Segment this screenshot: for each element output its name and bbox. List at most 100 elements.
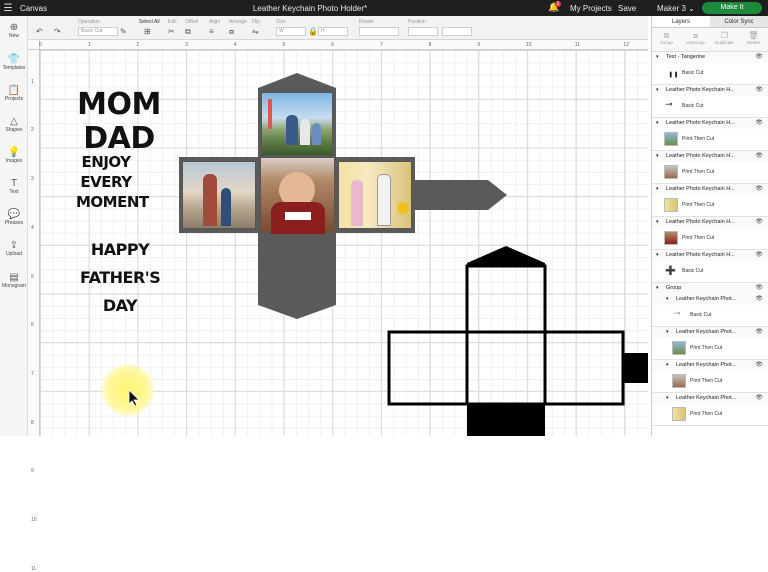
sidebar-item-templates[interactable]: 👕 Templates xyxy=(0,54,28,71)
group-child-item[interactable]: ▾ Leather Keychain Phot... 👁 xyxy=(652,294,768,305)
chevron-down-icon[interactable]: ▾ xyxy=(656,118,659,129)
eye-icon[interactable]: 👁 xyxy=(755,52,763,63)
layer-operation[interactable]: Print Then Cut xyxy=(652,404,768,426)
eye-icon[interactable]: 👁 xyxy=(755,360,763,371)
layer-operation[interactable]: Print Then Cut xyxy=(652,338,768,360)
layer-operation[interactable]: ✚ Basic Cut xyxy=(652,261,768,283)
edit-icon[interactable]: ✂ xyxy=(168,27,175,36)
ruler-tick: 2 xyxy=(31,127,34,134)
group-icon: ⧉ xyxy=(663,31,670,40)
group-child-item[interactable]: ▾ Leather Keychain Phot... 👁 xyxy=(652,327,768,338)
redo-icon[interactable]: ↷ xyxy=(54,27,61,36)
align-icon[interactable]: ≡ xyxy=(209,27,214,36)
rotate-label: Rotate xyxy=(359,19,374,25)
ruler-tick: 2 xyxy=(136,42,140,48)
sidebar-item-shapes[interactable]: △ Shapes xyxy=(0,116,28,133)
eye-icon[interactable]: 👁 xyxy=(755,393,763,404)
layer-item[interactable]: ▾ Leather Photo Keychain H... 👁 xyxy=(652,184,768,195)
layer-operation[interactable]: Print Then Cut xyxy=(652,162,768,184)
chevron-down-icon[interactable]: ▾ xyxy=(656,283,659,294)
notification-badge: 1 xyxy=(555,1,561,7)
layer-operation[interactable]: ╻╻ Basic Cut xyxy=(652,63,768,85)
undo-icon[interactable]: ↶ xyxy=(36,27,43,36)
save-button[interactable]: Save xyxy=(618,4,636,13)
group-button[interactable]: ⧉ Group xyxy=(652,28,681,51)
eye-icon[interactable]: 👁 xyxy=(755,283,763,294)
position-x-input[interactable] xyxy=(408,27,438,36)
sidebar-item-phrases[interactable]: 💬 Phrases xyxy=(0,209,28,226)
position-y-input[interactable] xyxy=(442,27,472,36)
select-all-icon[interactable]: ⊞ xyxy=(144,27,151,36)
duplicate-button[interactable]: ❐ Duplicate xyxy=(710,28,739,51)
chevron-down-icon[interactable]: ▾ xyxy=(666,393,669,404)
my-projects-link[interactable]: My Projects xyxy=(570,4,612,13)
ungroup-button[interactable]: ⧈ UnGroup xyxy=(681,28,710,51)
layer-item[interactable]: ▾ Leather Photo Keychain H... 👁 xyxy=(652,151,768,162)
chevron-down-icon[interactable]: ▾ xyxy=(656,52,659,63)
eye-icon[interactable]: 👁 xyxy=(755,294,763,305)
make-it-button[interactable]: Make It xyxy=(702,2,762,14)
offset-icon[interactable]: ⧉ xyxy=(185,27,191,37)
speech-bubble-icon: 💬 xyxy=(7,209,21,220)
eye-icon[interactable]: 👁 xyxy=(755,118,763,129)
chevron-down-icon[interactable]: ▾ xyxy=(666,360,669,371)
chevron-down-icon[interactable]: ▾ xyxy=(656,250,659,261)
layer-operation[interactable]: ⊸ Basic Cut xyxy=(652,96,768,118)
arrange-icon[interactable]: ⧈ xyxy=(229,27,234,37)
bulb-icon: 💡 xyxy=(7,147,21,158)
eye-icon[interactable]: 👁 xyxy=(755,217,763,228)
chevron-down-icon[interactable]: ▾ xyxy=(666,294,669,305)
tab-layers[interactable]: Layers xyxy=(652,16,710,27)
design-canvas[interactable]: MOM DAD ENJOY EVERY MOMENT HAPPY FATHER'… xyxy=(40,50,648,436)
layer-item[interactable]: ▾ Leather Photo Keychain H... 👁 xyxy=(652,217,768,228)
sidebar-item-images[interactable]: 💡 Images xyxy=(0,147,28,164)
chevron-down-icon[interactable]: ▾ xyxy=(656,184,659,195)
machine-selector[interactable]: Maker 3 ⌄ xyxy=(657,4,695,13)
ruler-tick: 11 xyxy=(574,42,580,48)
sidebar-item-monogram[interactable]: ▤ Monogram xyxy=(0,272,28,289)
tab-color-sync[interactable]: Color Sync xyxy=(710,16,768,27)
sidebar-item-new[interactable]: ⊕ New xyxy=(0,22,28,39)
eye-icon[interactable]: 👁 xyxy=(755,85,763,96)
layer-operation[interactable]: ⊸ Basic Cut xyxy=(652,305,768,327)
ruler-tick: 0 xyxy=(39,42,42,48)
chevron-down-icon[interactable]: ▾ xyxy=(656,217,659,228)
operation-select[interactable]: Basic Cut xyxy=(78,27,118,36)
layer-item[interactable]: ▾ Leather Photo Keychain H... 👁 xyxy=(652,118,768,129)
layer-item[interactable]: ▾ Text - Tangerine 👁 xyxy=(652,52,768,63)
position-label: Position xyxy=(408,19,426,25)
layer-item[interactable]: ▾ Leather Photo Keychain H... 👁 xyxy=(652,85,768,96)
chevron-down-icon[interactable]: ▾ xyxy=(656,85,659,96)
upload-icon: ⇪ xyxy=(9,240,19,251)
sidebar-item-text[interactable]: T Text xyxy=(0,178,28,195)
delete-button[interactable]: 🗑 Delete xyxy=(739,28,768,51)
layer-thumbnail xyxy=(672,341,686,355)
height-input[interactable]: H xyxy=(318,27,348,36)
layer-tools: ⧉ Group ⧈ UnGroup ❐ Duplicate 🗑 Delete xyxy=(652,28,768,52)
duplicate-icon: ❐ xyxy=(720,31,729,40)
width-input[interactable]: W xyxy=(276,27,306,36)
layer-operation[interactable]: Print Then Cut xyxy=(652,129,768,151)
sidebar-item-upload[interactable]: ⇪ Upload xyxy=(0,240,28,257)
layer-operation[interactable]: Print Then Cut xyxy=(652,371,768,393)
ruler-tick: 6 xyxy=(31,322,34,329)
group-child-item[interactable]: ▾ Leather Keychain Phot... 👁 xyxy=(652,393,768,404)
lock-icon[interactable]: 🔒 xyxy=(308,27,318,36)
layer-item[interactable]: ▾ Leather Photo Keychain H... 👁 xyxy=(652,250,768,261)
layer-operation[interactable]: Print Then Cut xyxy=(652,228,768,250)
layer-operation[interactable]: Print Then Cut xyxy=(652,195,768,217)
group-child-item[interactable]: ▾ Leather Keychain Phot... 👁 xyxy=(652,360,768,371)
chevron-down-icon[interactable]: ▾ xyxy=(656,151,659,162)
layer-group[interactable]: ▾ Group 👁 xyxy=(652,283,768,294)
rotate-input[interactable] xyxy=(359,27,399,36)
chevron-down-icon[interactable]: ▾ xyxy=(666,327,669,338)
ruler-tick: 6 xyxy=(331,42,334,48)
sidebar-item-projects[interactable]: 📋 Projects xyxy=(0,85,28,102)
flip-icon[interactable]: ⇋ xyxy=(252,27,259,36)
eye-icon[interactable]: 👁 xyxy=(755,184,763,195)
pen-icon[interactable]: ✎ xyxy=(120,27,127,36)
eye-icon[interactable]: 👁 xyxy=(755,151,763,162)
layer-thumbnail: ✚ xyxy=(664,263,678,278)
eye-icon[interactable]: 👁 xyxy=(755,250,763,261)
eye-icon[interactable]: 👁 xyxy=(755,327,763,338)
